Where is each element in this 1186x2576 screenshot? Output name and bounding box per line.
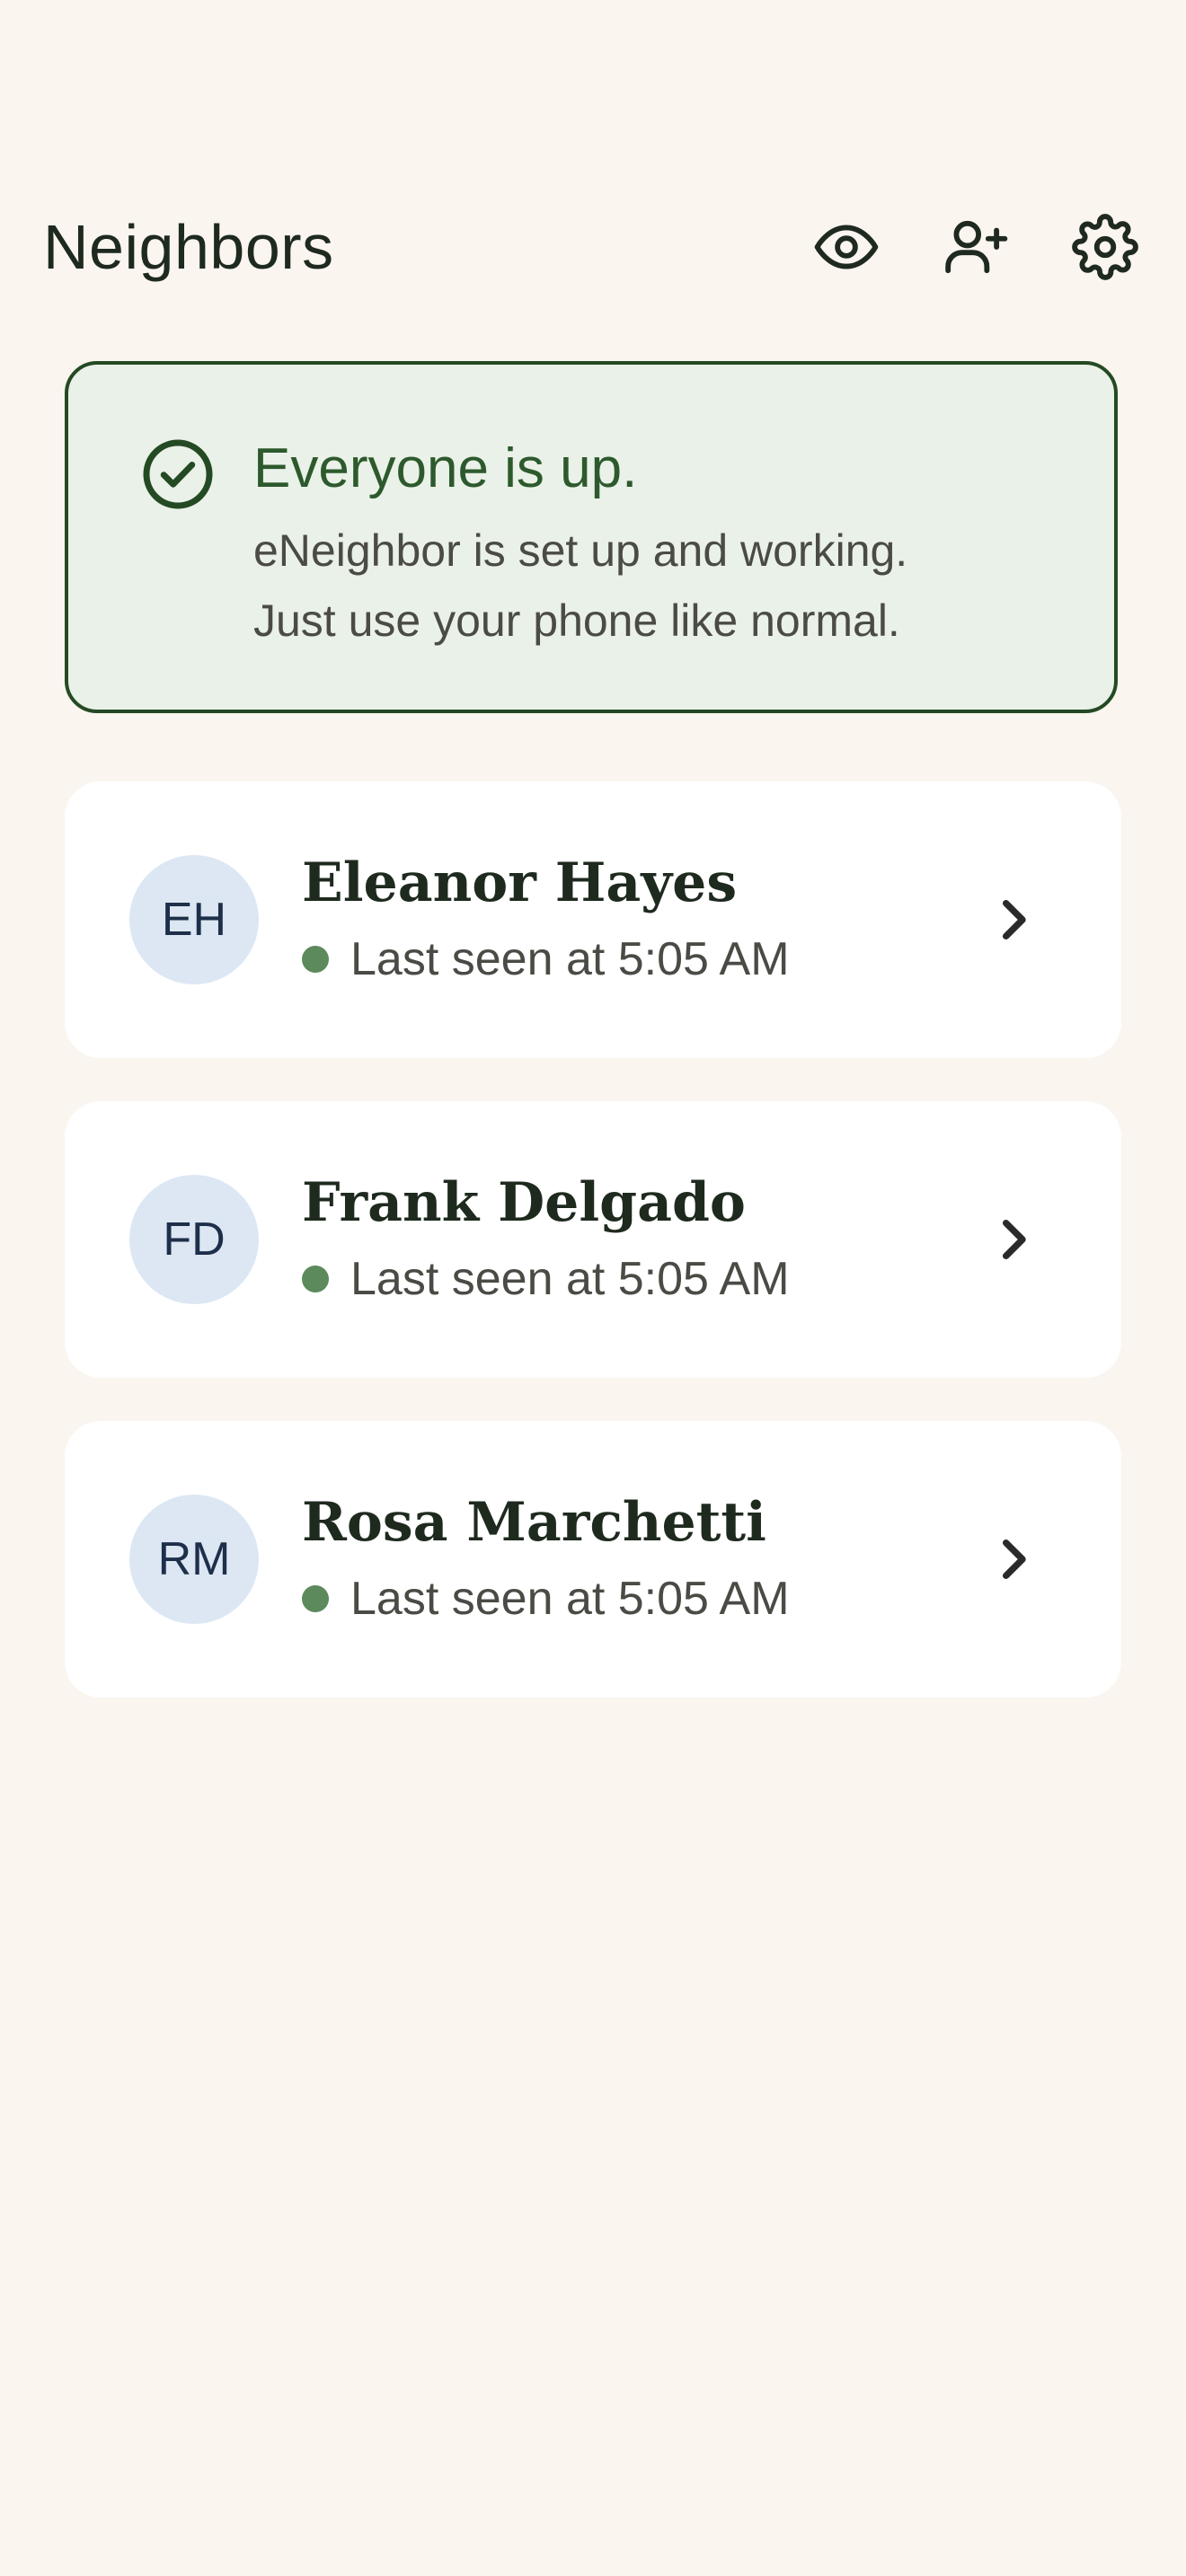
neighbor-name: Rosa Marchetti bbox=[302, 1491, 766, 1554]
chevron-right-icon bbox=[1003, 900, 1026, 940]
online-dot-icon bbox=[302, 946, 329, 973]
neighbor-card-rosa-marchetti[interactable]: RM Rosa Marchetti Last seen at 5:05 AM bbox=[65, 1421, 1121, 1698]
gear-icon bbox=[1072, 214, 1138, 280]
chevron-wrap bbox=[978, 884, 1049, 956]
header-actions bbox=[809, 209, 1143, 285]
online-dot-icon bbox=[302, 1266, 329, 1292]
chevron-wrap bbox=[978, 1204, 1049, 1275]
last-seen-text: Last seen at 5:05 AM bbox=[350, 933, 790, 985]
status-line-2: Just use your phone like normal. bbox=[253, 595, 900, 646]
add-person-icon bbox=[945, 220, 1008, 274]
status-title: Everyone is up. bbox=[253, 437, 638, 499]
check-circle-icon bbox=[143, 439, 213, 509]
page-title: Neighbors bbox=[43, 212, 334, 282]
status-line-1: eNeighbor is set up and working. bbox=[253, 525, 908, 576]
status-icon-wrap bbox=[140, 437, 216, 512]
add-neighbor-button[interactable] bbox=[938, 209, 1013, 285]
last-seen-text: Last seen at 5:05 AM bbox=[350, 1253, 790, 1305]
eye-icon bbox=[814, 225, 879, 269]
presence-status: Last seen at 5:05 AM bbox=[302, 932, 790, 986]
neighbor-card-eleanor-hayes[interactable]: EH Eleanor Hayes Last seen at 5:05 AM bbox=[65, 781, 1121, 1058]
neighbor-list: EH Eleanor Hayes Last seen at 5:05 AM FD… bbox=[65, 781, 1121, 1741]
neighbor-name: Frank Delgado bbox=[302, 1171, 746, 1234]
avatar: EH bbox=[129, 855, 259, 984]
neighbor-card-frank-delgado[interactable]: FD Frank Delgado Last seen at 5:05 AM bbox=[65, 1101, 1121, 1378]
status-message: eNeighbor is set up and working. Just us… bbox=[253, 516, 1062, 656]
chevron-right-icon bbox=[1003, 1539, 1026, 1579]
neighbor-name: Eleanor Hayes bbox=[302, 851, 738, 914]
presence-status: Last seen at 5:05 AM bbox=[302, 1572, 790, 1626]
view-button[interactable] bbox=[809, 209, 884, 285]
presence-status: Last seen at 5:05 AM bbox=[302, 1252, 790, 1306]
avatar: RM bbox=[129, 1495, 259, 1624]
app-header: Neighbors bbox=[43, 198, 1143, 296]
avatar: FD bbox=[129, 1175, 259, 1304]
online-dot-icon bbox=[302, 1585, 329, 1612]
status-card: Everyone is up. eNeighbor is set up and … bbox=[65, 361, 1118, 713]
chevron-wrap bbox=[978, 1523, 1049, 1595]
settings-button[interactable] bbox=[1067, 209, 1143, 285]
last-seen-text: Last seen at 5:05 AM bbox=[350, 1573, 790, 1625]
chevron-right-icon bbox=[1003, 1220, 1026, 1259]
